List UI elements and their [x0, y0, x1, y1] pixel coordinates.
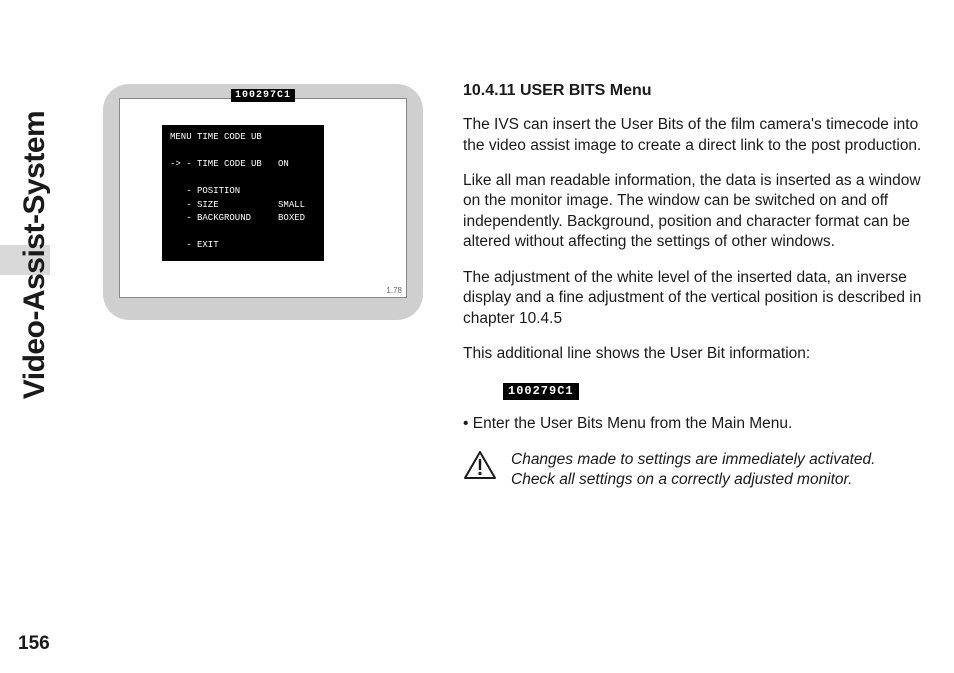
sidebar-tab: Video-Assist-System	[18, 30, 52, 480]
section-heading: 10.4.11 USER BITS Menu	[463, 80, 923, 101]
bullet-item: • Enter the User Bits Menu from the Main…	[463, 414, 923, 434]
version-label: 1.78	[386, 286, 402, 295]
monitor-frame: 100297C1 MENU TIME CODE UB -> - TIME COD…	[103, 84, 423, 320]
user-bit-code: 100279C1	[503, 383, 579, 401]
warning-text: Changes made to settings are immediately…	[511, 450, 923, 490]
warning-icon	[463, 450, 497, 486]
page-number: 156	[18, 633, 50, 655]
body-text: 10.4.11 USER BITS Menu The IVS can inser…	[463, 80, 923, 490]
paragraph: The adjustment of the white level of the…	[463, 268, 923, 329]
paragraph: This additional line shows the User Bit …	[463, 344, 923, 364]
monitor-screen: 100297C1 MENU TIME CODE UB -> - TIME COD…	[119, 98, 407, 298]
osd-menu: MENU TIME CODE UB -> - TIME CODE UB ON -…	[162, 125, 324, 261]
paragraph: The IVS can insert the User Bits of the …	[463, 115, 923, 156]
warning-note: Changes made to settings are immediately…	[463, 450, 923, 490]
paragraph: Like all man readable information, the d…	[463, 171, 923, 253]
sidebar-title: Video-Assist-System	[18, 111, 52, 399]
monitor-title-code: 100297C1	[231, 89, 295, 102]
